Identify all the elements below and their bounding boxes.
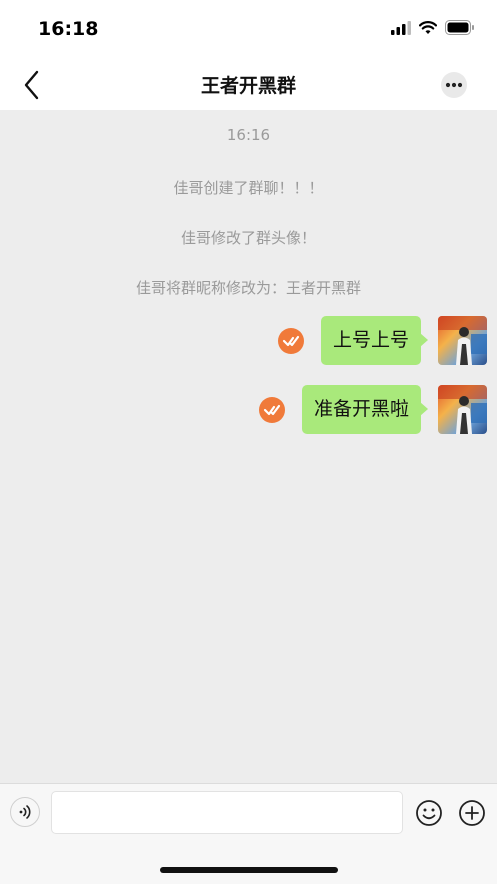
message-bubble[interactable]: 上号上号 <box>320 316 429 365</box>
input-bar <box>0 783 497 884</box>
chat-timestamp: 16:16 <box>226 126 271 144</box>
check-badge-icon[interactable] <box>277 328 304 354</box>
avatar-person-icon <box>438 316 487 365</box>
emoji-button[interactable] <box>414 798 444 828</box>
more-dots-icon <box>445 82 463 88</box>
voice-button[interactable] <box>10 797 40 827</box>
wifi-icon <box>419 20 437 34</box>
status-icons <box>391 20 475 35</box>
signal-icon <box>391 20 411 35</box>
system-message: 佳哥将群昵称修改为：王者开黑群 <box>135 279 361 297</box>
status-bar: 16:18 <box>0 0 497 60</box>
nav-bar: 王者开黑群 <box>0 60 497 110</box>
plus-icon <box>459 800 485 826</box>
chat-title: 王者开黑群 <box>200 75 296 97</box>
battery-icon <box>445 20 474 35</box>
message-row: 上号上号 <box>277 316 487 365</box>
message-row: 准备开黑啦 <box>258 385 487 434</box>
avatar-person-icon <box>438 385 487 434</box>
voice-icon <box>19 805 31 819</box>
emoji-icon <box>416 800 442 826</box>
check-badge-icon[interactable] <box>258 397 285 423</box>
plus-button[interactable] <box>457 798 487 828</box>
message-input[interactable] <box>51 791 403 834</box>
avatar[interactable] <box>438 385 487 434</box>
system-message: 佳哥创建了群聊！！！ <box>173 179 324 197</box>
avatar[interactable] <box>438 316 487 365</box>
more-button[interactable] <box>441 72 467 98</box>
home-indicator <box>160 867 338 873</box>
message-bubble[interactable]: 准备开黑啦 <box>301 385 429 434</box>
system-message: 佳哥修改了群头像！ <box>180 229 316 247</box>
status-time: 16:18 <box>38 18 99 40</box>
